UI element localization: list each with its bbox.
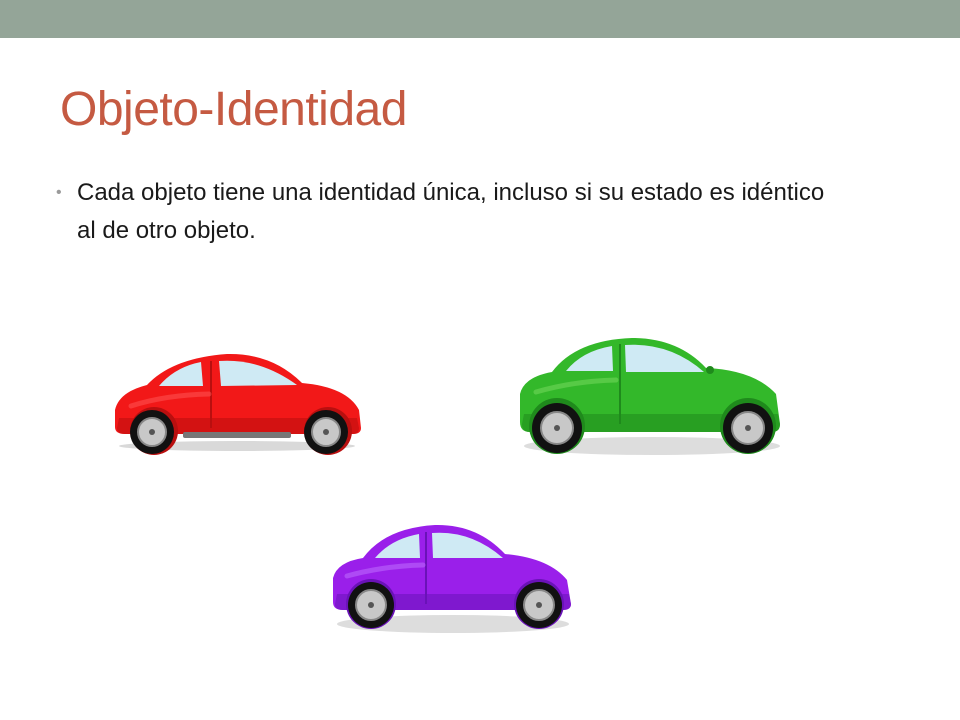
slide-title: Objeto-Identidad xyxy=(60,83,407,136)
car-mirror xyxy=(706,366,714,374)
car-rear-wheel xyxy=(532,403,582,453)
slide: Objeto-Identidad • Cada objeto tiene una… xyxy=(0,0,960,720)
car-front-wheel xyxy=(723,403,773,453)
bullet-text: Cada objeto tiene una identidad única, i… xyxy=(77,179,825,244)
green-car xyxy=(520,338,780,455)
car-rear-wheel xyxy=(130,410,174,454)
top-band xyxy=(0,0,960,38)
car-rear-wheel xyxy=(348,582,394,628)
car-front-wheel xyxy=(516,582,562,628)
car-front-wheel xyxy=(304,410,348,454)
bullet-list: • Cada objeto tiene una identidad única,… xyxy=(56,174,836,250)
bullet-item: • Cada objeto tiene una identidad única,… xyxy=(56,174,836,250)
car-sill xyxy=(183,432,291,438)
bullet-marker: • xyxy=(56,184,62,201)
purple-car xyxy=(333,524,571,633)
red-car xyxy=(115,353,361,455)
